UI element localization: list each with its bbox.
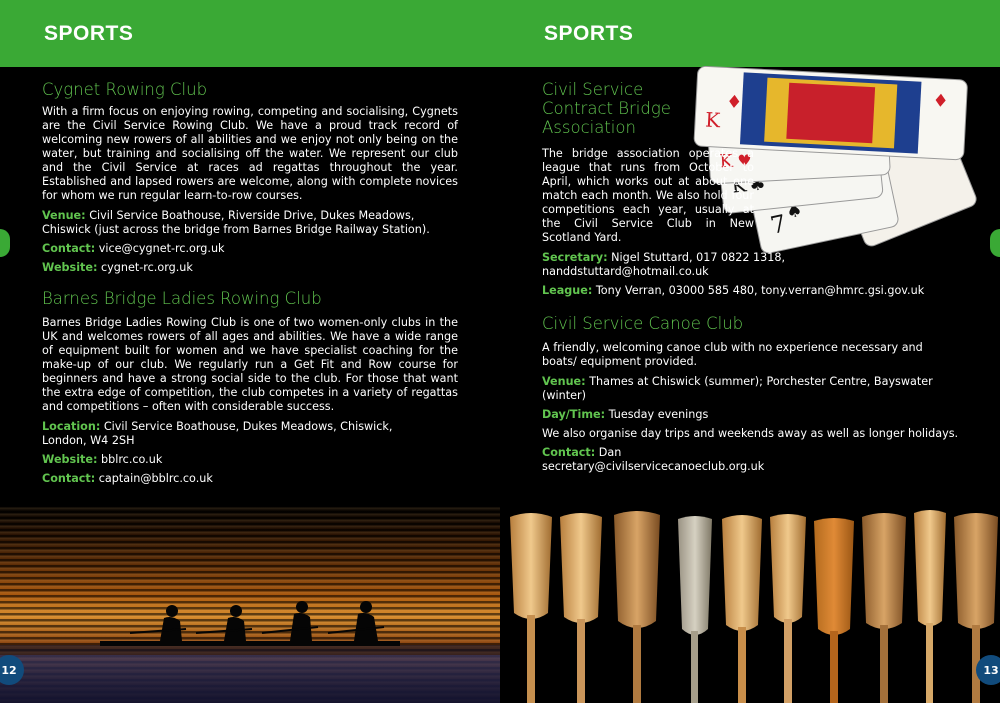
paddle — [814, 518, 854, 703]
rowing-shell — [100, 641, 400, 646]
club-title: Cygnet Rowing Club — [42, 80, 208, 99]
club-description: A friendly, welcoming canoe club with no… — [542, 341, 923, 368]
detail-value: Civil Service Boathouse, Riverside Drive… — [42, 209, 430, 236]
club-location: Location: Civil Service Boathouse, Dukes… — [42, 420, 432, 448]
paddle — [678, 516, 712, 703]
club-description: The bridge association operates a league… — [542, 147, 754, 244]
detail-value: Tony Verran, 03000 585 480, tony.verran@… — [595, 284, 925, 297]
club-description: Barnes Bridge Ladies Rowing Club is one … — [42, 316, 458, 413]
paddle — [914, 510, 946, 703]
left-column: Cygnet Rowing Club With a firm focus on … — [42, 80, 458, 491]
club-secretary: Secretary: Nigel Stuttard, 017 0822 1318… — [542, 251, 802, 279]
header-band: SPORTS — [500, 0, 1000, 67]
club-website: Website: bblrc.co.uk — [42, 453, 458, 467]
header-band: SPORTS — [0, 0, 500, 67]
detail-label: Location: — [42, 420, 101, 433]
club-title: Civil Service Contract Bridge Associatio… — [542, 80, 671, 137]
detail-label: Venue: — [42, 209, 86, 222]
detail-label: Website: — [42, 261, 98, 274]
rowers-silhouette — [100, 601, 400, 646]
detail-label: Secretary: — [542, 251, 608, 264]
detail-value: Thames at Chiswick (summer); Porchester … — [542, 375, 933, 402]
page-number: 13 — [976, 655, 1000, 685]
detail-label: Day/Time: — [542, 408, 606, 421]
rowing-sunset-photo — [0, 505, 500, 703]
paddle — [770, 514, 806, 703]
paddle — [560, 513, 602, 703]
club-contact: Contact: vice@cygnet-rc.org.uk — [42, 242, 458, 256]
club-description: With a firm focus on enjoying rowing, co… — [42, 105, 458, 202]
section-title: SPORTS — [44, 22, 134, 45]
edge-tab — [0, 229, 10, 257]
right-column: Civil Service Contract Bridge Associatio… — [542, 80, 960, 479]
club-league: League: Tony Verran, 03000 585 480, tony… — [542, 284, 960, 298]
paddle — [614, 511, 660, 703]
rower-silhouette — [129, 605, 187, 641]
right-page: SPORTS 7 ♥ 7 ♠ K ♣ K ♥ — [500, 0, 1000, 703]
rower-silhouette — [195, 605, 253, 641]
club-venue: Venue: Thames at Chiswick (summer); Porc… — [542, 375, 960, 403]
website-link[interactable]: bblrc.co.uk — [101, 453, 162, 466]
paddle — [722, 515, 762, 703]
canoe-paddles-photo — [500, 505, 1000, 703]
club-contact: Contact: captain@bblrc.co.uk — [42, 472, 458, 486]
rower-silhouette — [261, 601, 319, 641]
detail-label: Website: — [42, 453, 98, 466]
club-venue: Venue: Civil Service Boathouse, Riversid… — [42, 209, 458, 237]
club-title: Civil Service Canoe Club — [542, 314, 744, 333]
detail-label: League: — [542, 284, 593, 297]
club-title: Barnes Bridge Ladies Rowing Club — [42, 289, 322, 308]
edge-tab — [990, 229, 1000, 257]
website-link[interactable]: cygnet-rc.org.uk — [101, 261, 193, 274]
detail-label: Contact: — [42, 242, 96, 255]
club-daytime: Day/Time: Tuesday evenings — [542, 408, 960, 422]
club-contact: Contact: Dan secretary@civilservicecanoe… — [542, 446, 772, 474]
detail-value: We also organise day trips and weekends … — [542, 427, 959, 440]
contact-email[interactable]: captain@bblrc.co.uk — [99, 472, 213, 485]
detail-label: Venue: — [542, 375, 586, 388]
detail-value: Tuesday evenings — [608, 408, 709, 421]
club-note: We also organise day trips and weekends … — [542, 427, 960, 441]
contact-email[interactable]: vice@cygnet-rc.org.uk — [99, 242, 225, 255]
canoe-paddles-illustration — [510, 510, 998, 703]
section-title: SPORTS — [544, 22, 634, 45]
detail-label: Contact: — [542, 446, 596, 459]
paddle — [862, 513, 906, 703]
left-page: SPORTS Cygnet Rowing Club With a firm fo… — [0, 0, 500, 703]
paddle — [510, 513, 552, 703]
detail-label: Contact: — [42, 472, 96, 485]
club-website: Website: cygnet-rc.org.uk — [42, 261, 458, 275]
rower-silhouette — [327, 601, 385, 641]
